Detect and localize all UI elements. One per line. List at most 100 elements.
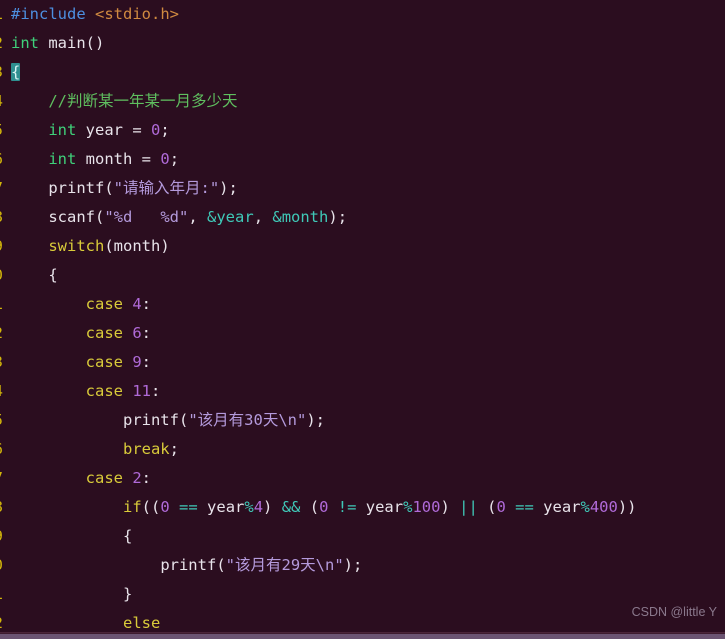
code-token: 400 bbox=[589, 498, 618, 516]
code-line-text: int month = 0; bbox=[11, 145, 725, 174]
code-line[interactable]: 0 printf("该月有29天\n"); bbox=[0, 551, 725, 580]
code-token: case bbox=[85, 382, 123, 400]
code-line[interactable]: 6 int month = 0; bbox=[0, 145, 725, 174]
code-line[interactable]: 0 { bbox=[0, 261, 725, 290]
code-token: { bbox=[11, 63, 21, 81]
code-line[interactable]: 8 if((0 == year%4) && (0 != year%100) ||… bbox=[0, 493, 725, 522]
code-token: ( bbox=[95, 208, 105, 226]
code-token: month bbox=[85, 150, 133, 168]
line-number: 7 bbox=[0, 464, 11, 493]
code-token: ( bbox=[178, 411, 189, 429]
horizontal-scrollbar[interactable] bbox=[0, 632, 725, 639]
code-token: year bbox=[365, 498, 404, 516]
code-line-text: case 2: bbox=[11, 464, 725, 493]
code-token: || bbox=[459, 498, 478, 516]
line-number: 9 bbox=[0, 522, 11, 551]
code-line-text: printf("该月有29天\n"); bbox=[11, 551, 725, 580]
code-line-text: printf("该月有30天\n"); bbox=[11, 406, 725, 435]
code-line[interactable]: 8 scanf("%d %d", &year, &month); bbox=[0, 203, 725, 232]
line-number: 3 bbox=[0, 58, 11, 87]
code-token: { bbox=[11, 266, 58, 284]
code-token: : bbox=[151, 382, 161, 400]
code-token: % bbox=[580, 498, 590, 516]
code-line-text: int main() bbox=[11, 29, 725, 58]
code-token: 0 bbox=[160, 498, 170, 516]
code-line[interactable]: 4 //判断某一年某一月多少天 bbox=[0, 87, 725, 116]
line-number: 6 bbox=[0, 145, 11, 174]
code-token: ( bbox=[300, 498, 320, 516]
line-number: 9 bbox=[0, 232, 11, 261]
line-number: 0 bbox=[0, 261, 11, 290]
line-number: 8 bbox=[0, 203, 11, 232]
code-line[interactable]: 7 printf("请输入年月:"); bbox=[0, 174, 725, 203]
line-number: 1 bbox=[0, 580, 11, 609]
line-number: 6 bbox=[0, 435, 11, 464]
code-token: 4 bbox=[132, 295, 142, 313]
code-line[interactable]: 1 } bbox=[0, 580, 725, 609]
code-line[interactable]: 1 case 4: bbox=[0, 290, 725, 319]
code-token: ( bbox=[216, 556, 226, 574]
code-line[interactable]: 9 { bbox=[0, 522, 725, 551]
code-line[interactable]: 6 break; bbox=[0, 435, 725, 464]
code-token: ) bbox=[160, 237, 170, 255]
code-line[interactable]: 5 printf("该月有30天\n"); bbox=[0, 406, 725, 435]
code-token: ); bbox=[328, 208, 348, 226]
code-token: 0 bbox=[496, 498, 506, 516]
code-line[interactable]: 2int main() bbox=[0, 29, 725, 58]
code-line-text: #include <stdio.h> bbox=[11, 0, 725, 29]
code-token: { bbox=[11, 527, 133, 545]
code-line[interactable]: 1#include <stdio.h> bbox=[0, 0, 725, 29]
code-token: (( bbox=[141, 498, 161, 516]
code-token: = bbox=[123, 121, 151, 139]
code-line[interactable]: 7 case 2: bbox=[0, 464, 725, 493]
code-line[interactable]: 9 switch(month) bbox=[0, 232, 725, 261]
code-line[interactable]: 3{ bbox=[0, 58, 725, 87]
code-token: 0 bbox=[160, 150, 170, 168]
code-line[interactable]: 4 case 11: bbox=[0, 377, 725, 406]
code-token: ( bbox=[104, 237, 114, 255]
code-token: int bbox=[48, 150, 77, 168]
code-token: ; bbox=[169, 440, 179, 458]
line-number: 0 bbox=[0, 551, 11, 580]
code-token: int bbox=[48, 121, 77, 139]
line-number: 4 bbox=[0, 87, 11, 116]
code-token: , bbox=[253, 208, 273, 226]
code-token: break bbox=[122, 440, 170, 458]
line-number: 8 bbox=[0, 493, 11, 522]
code-line-text: case 4: bbox=[11, 290, 725, 319]
code-line-text: if((0 == year%4) && (0 != year%100) || (… bbox=[11, 493, 725, 522]
code-line[interactable]: 2 case 6: bbox=[0, 319, 725, 348]
code-token: : bbox=[141, 295, 152, 313]
code-line[interactable]: 3 case 9: bbox=[0, 348, 725, 377]
horizontal-scrollbar-thumb[interactable] bbox=[0, 634, 725, 639]
code-token: case bbox=[85, 324, 123, 342]
code-token: = bbox=[132, 150, 161, 168]
code-token: == bbox=[179, 498, 198, 516]
code-token: &year bbox=[207, 208, 254, 226]
code-token: ); bbox=[219, 179, 238, 197]
code-token: : bbox=[141, 324, 152, 342]
code-token: 100 bbox=[412, 498, 441, 516]
code-token: case bbox=[85, 469, 123, 487]
code-token: && bbox=[281, 498, 301, 516]
code-token: , bbox=[188, 208, 208, 226]
line-number: 7 bbox=[0, 174, 11, 203]
code-lines-container[interactable]: 1#include <stdio.h>2int main()3{4 //判断某一… bbox=[0, 0, 725, 639]
code-token: () bbox=[85, 34, 105, 52]
code-line[interactable]: 5 int year = 0; bbox=[0, 116, 725, 145]
